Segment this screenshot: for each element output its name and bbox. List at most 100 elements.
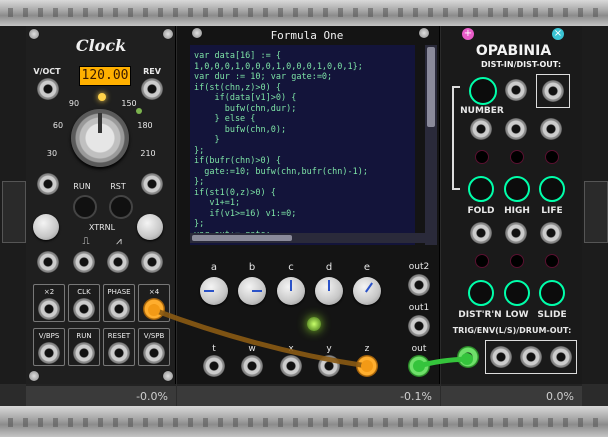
clock-jack-6[interactable]: [141, 251, 163, 273]
square-wave-icon: ⎍: [82, 236, 90, 247]
vspb-input[interactable]: V/SPB: [138, 328, 170, 366]
out2-jack[interactable]: [408, 274, 430, 296]
tick-label: 180: [137, 121, 153, 130]
tick-label: 150: [121, 99, 137, 108]
clock-jack-5[interactable]: [107, 251, 129, 273]
distrn-atten[interactable]: [475, 254, 489, 268]
out2-label: out2: [408, 262, 430, 272]
right-small-knob[interactable]: [137, 214, 163, 240]
add-icon[interactable]: +: [462, 28, 474, 40]
life-atten[interactable]: [545, 150, 559, 164]
x4-output[interactable]: ×4: [138, 284, 170, 322]
clk-output[interactable]: CLK: [68, 284, 100, 322]
knob-c[interactable]: [277, 277, 305, 305]
screw-icon: [29, 371, 39, 381]
distrn-cv-jack[interactable]: [470, 222, 492, 244]
low-cv-jack[interactable]: [505, 222, 527, 244]
code-scrollbar[interactable]: [425, 45, 437, 245]
reset-input[interactable]: RESET: [103, 328, 135, 366]
out-jack[interactable]: [408, 355, 430, 377]
blank-panel-right: [582, 26, 608, 384]
close-icon[interactable]: ×: [552, 28, 564, 40]
clock-cpu-meter: -0.0%: [26, 384, 176, 406]
out1-jack[interactable]: [408, 315, 430, 337]
run-input[interactable]: RUN: [68, 328, 100, 366]
fold-atten[interactable]: [475, 150, 489, 164]
knob-label-a: a: [210, 262, 218, 273]
slide-knob[interactable]: [539, 280, 565, 306]
rev-output-jack[interactable]: [141, 78, 163, 100]
low-atten[interactable]: [510, 254, 524, 268]
slide-cv-jack[interactable]: [540, 222, 562, 244]
knob-a[interactable]: [200, 277, 228, 305]
high-knob[interactable]: [504, 176, 530, 202]
phase-output[interactable]: PHASE: [103, 284, 135, 322]
dist-out-jack[interactable]: [542, 80, 564, 102]
knob-b[interactable]: [238, 277, 266, 305]
top-rail: [0, 0, 608, 26]
screw-icon: [163, 29, 173, 39]
activity-led: [307, 317, 321, 331]
input-jack-y[interactable]: [318, 355, 340, 377]
clock-jack-4[interactable]: [73, 251, 95, 273]
vbps-input[interactable]: V/BPS: [33, 328, 65, 366]
voct-label: V/OCT: [33, 67, 61, 76]
code-hscrollbar[interactable]: [190, 233, 425, 243]
knob-e[interactable]: [353, 277, 381, 305]
rst-label: RST: [110, 182, 126, 191]
voct-input-jack[interactable]: [37, 78, 59, 100]
dist-in-jack[interactable]: [505, 79, 527, 101]
screw-icon: [163, 371, 173, 381]
run-led: [136, 108, 142, 114]
bpm-display: 120.00: [79, 66, 131, 86]
out-label: out: [411, 344, 427, 354]
tick-label: 210: [140, 149, 156, 158]
clock-jack-1[interactable]: [37, 173, 59, 195]
input-label-w: w: [248, 344, 256, 354]
blank-panel-left: [0, 26, 26, 384]
input-jack-x[interactable]: [280, 355, 302, 377]
formula-cpu-meter: -0.1%: [177, 384, 440, 406]
knob-label-b: b: [248, 262, 256, 273]
code-editor[interactable]: var data[16] := { 1,0,0,0,1,0,0,0,1,0,0,…: [190, 45, 415, 245]
bpm-knob[interactable]: [71, 109, 129, 167]
bracket-line: [452, 86, 460, 190]
low-knob[interactable]: [504, 280, 530, 306]
life-knob[interactable]: [539, 176, 565, 202]
fold-cv-jack[interactable]: [470, 118, 492, 140]
high-cv-jack[interactable]: [505, 118, 527, 140]
number-knob[interactable]: [469, 77, 497, 105]
clock-module: Clock V/OCT 120.00 REV 30 60 90 150 180 …: [26, 26, 176, 384]
trig-out-jack[interactable]: [490, 346, 512, 368]
trig-in-jack[interactable]: [457, 346, 479, 368]
input-jack-w[interactable]: [241, 355, 263, 377]
opabinia-module: + × OPABINIA DIST-IN/DIST-OUT: NUMBER FO…: [441, 26, 582, 384]
x2-output[interactable]: ×2: [33, 284, 65, 322]
high-label: HIGH: [504, 206, 530, 216]
rev-label: REV: [143, 67, 161, 76]
life-label: LIFE: [541, 206, 563, 216]
life-cv-jack[interactable]: [540, 118, 562, 140]
distrn-label: DIST'R'N: [458, 310, 502, 320]
drum-out-jack[interactable]: [550, 346, 572, 368]
slide-atten[interactable]: [545, 254, 559, 268]
high-atten[interactable]: [510, 150, 524, 164]
fold-knob[interactable]: [468, 176, 494, 202]
formula-title: Formula One: [270, 29, 344, 42]
clock-jack-2[interactable]: [141, 173, 163, 195]
distrn-knob[interactable]: [468, 280, 494, 306]
input-label-t: t: [212, 344, 216, 354]
left-small-knob[interactable]: [33, 214, 59, 240]
input-jack-z[interactable]: [356, 355, 378, 377]
knob-label-c: c: [288, 262, 294, 273]
tick-label: 90: [68, 99, 80, 108]
clock-jack-3[interactable]: [37, 251, 59, 273]
input-jack-t[interactable]: [203, 355, 225, 377]
reset-button[interactable]: [109, 195, 133, 219]
env-out-jack[interactable]: [520, 346, 542, 368]
run-button[interactable]: [73, 195, 97, 219]
opabinia-cpu-meter: 0.0%: [441, 384, 582, 406]
knob-d[interactable]: [315, 277, 343, 305]
input-label-z: z: [364, 344, 370, 354]
tick-label: 30: [46, 149, 58, 158]
